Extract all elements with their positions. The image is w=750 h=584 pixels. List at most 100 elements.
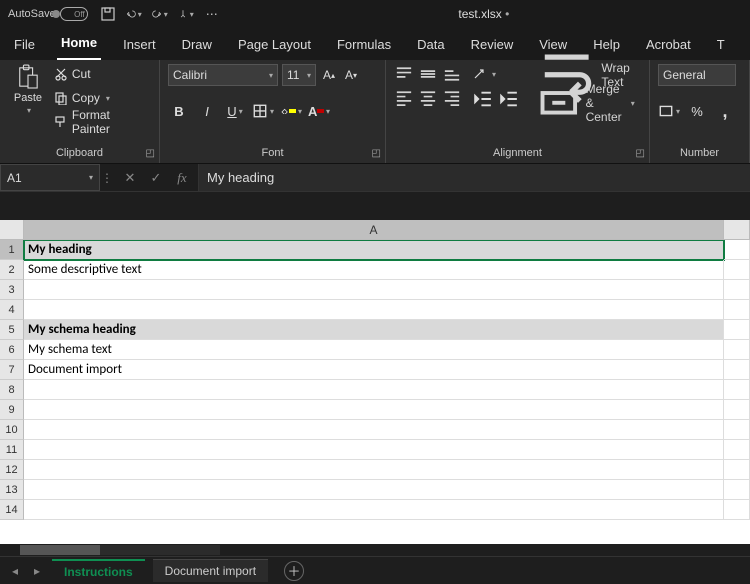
font-size-combo[interactable]: 11▾ <box>282 64 316 86</box>
cell-next[interactable] <box>724 300 750 320</box>
tab-draw[interactable]: Draw <box>178 31 216 60</box>
tab-acrobat[interactable]: Acrobat <box>642 31 695 60</box>
row-header[interactable]: 5 <box>0 320 24 340</box>
tab-page-layout[interactable]: Page Layout <box>234 31 315 60</box>
enter-formula-icon[interactable]: ✓ <box>148 170 164 186</box>
cell-A12[interactable] <box>24 460 724 480</box>
cell-A14[interactable] <box>24 500 724 520</box>
cell-A2[interactable]: Some descriptive text <box>24 260 724 280</box>
cell-A8[interactable] <box>24 380 724 400</box>
tab-data[interactable]: Data <box>413 31 448 60</box>
decrease-indent-icon[interactable] <box>472 88 494 110</box>
cell-next[interactable] <box>724 460 750 480</box>
font-color-button[interactable]: A▾ <box>308 100 330 122</box>
cell-next[interactable] <box>724 400 750 420</box>
sheet-nav-prev-icon[interactable]: ◂ <box>8 564 22 578</box>
underline-button[interactable]: U▾ <box>224 100 246 122</box>
align-left-icon[interactable] <box>394 88 414 108</box>
cell-A11[interactable] <box>24 440 724 460</box>
row-header[interactable]: 7 <box>0 360 24 380</box>
row-header[interactable]: 2 <box>0 260 24 280</box>
worksheet-grid[interactable]: A 1My heading2Some descriptive text345My… <box>0 220 750 544</box>
cell-next[interactable] <box>724 480 750 500</box>
align-middle-icon[interactable] <box>418 64 438 84</box>
column-header-next[interactable] <box>724 220 750 240</box>
touch-mode-icon[interactable]: ▾ <box>178 6 194 22</box>
cell-next[interactable] <box>724 340 750 360</box>
cell-next[interactable] <box>724 500 750 520</box>
select-all-corner[interactable] <box>0 220 24 240</box>
font-name-combo[interactable]: Calibri▾ <box>168 64 278 86</box>
orientation-button[interactable]: ▾ <box>472 64 520 84</box>
increase-font-icon[interactable]: A▴ <box>320 64 338 86</box>
cell-next[interactable] <box>724 320 750 340</box>
percent-button[interactable]: % <box>686 100 708 122</box>
name-box[interactable]: A1▾ <box>0 164 100 191</box>
add-sheet-button[interactable]: ＋ <box>284 561 304 581</box>
bold-button[interactable]: B <box>168 100 190 122</box>
tab-overflow[interactable]: T <box>713 31 729 60</box>
row-header[interactable]: 6 <box>0 340 24 360</box>
align-right-icon[interactable] <box>442 88 462 108</box>
cell-next[interactable] <box>724 240 750 260</box>
format-painter-button[interactable]: Format Painter <box>54 112 151 132</box>
autosave-toggle[interactable]: AutoSave Off <box>8 7 88 21</box>
cell-A3[interactable] <box>24 280 724 300</box>
row-header[interactable]: 11 <box>0 440 24 460</box>
row-header[interactable]: 13 <box>0 480 24 500</box>
cell-A9[interactable] <box>24 400 724 420</box>
copy-button[interactable]: Copy▾ <box>54 88 151 108</box>
cell-next[interactable] <box>724 420 750 440</box>
dialog-launcher-icon[interactable]: ◰ <box>636 148 645 159</box>
cell-next[interactable] <box>724 360 750 380</box>
horizontal-scrollbar[interactable] <box>0 544 750 556</box>
row-header[interactable]: 12 <box>0 460 24 480</box>
cell-A1[interactable]: My heading <box>24 240 724 260</box>
align-bottom-icon[interactable] <box>442 64 462 84</box>
cell-A13[interactable] <box>24 480 724 500</box>
cell-A4[interactable] <box>24 300 724 320</box>
cell-next[interactable] <box>724 380 750 400</box>
fx-icon[interactable]: fx <box>174 170 190 186</box>
increase-indent-icon[interactable] <box>498 88 520 110</box>
accounting-format-button[interactable]: ▾ <box>658 100 680 122</box>
cell-A6[interactable]: My schema text <box>24 340 724 360</box>
cell-next[interactable] <box>724 260 750 280</box>
comma-button[interactable]: , <box>714 100 736 122</box>
sheet-tab-document-import[interactable]: Document import <box>153 559 268 582</box>
borders-button[interactable]: ▾ <box>252 100 274 122</box>
row-header[interactable]: 4 <box>0 300 24 320</box>
formula-input[interactable]: My heading <box>199 164 750 191</box>
row-header[interactable]: 8 <box>0 380 24 400</box>
save-icon[interactable] <box>100 6 116 22</box>
tab-formulas[interactable]: Formulas <box>333 31 395 60</box>
redo-icon[interactable]: ▾ <box>152 6 168 22</box>
row-header[interactable]: 1 <box>0 240 24 260</box>
undo-icon[interactable]: ▾ <box>126 6 142 22</box>
row-header[interactable]: 9 <box>0 400 24 420</box>
tab-home[interactable]: Home <box>57 29 101 60</box>
cell-A10[interactable] <box>24 420 724 440</box>
tab-review[interactable]: Review <box>467 31 518 60</box>
sheet-tab-instructions[interactable]: Instructions <box>52 559 145 583</box>
merge-center-button[interactable]: Merge & Center▾ <box>532 92 639 114</box>
qat-overflow-icon[interactable]: ⋯ <box>204 6 220 22</box>
cut-button[interactable]: Cut <box>54 64 151 84</box>
dialog-launcher-icon[interactable]: ◰ <box>372 148 381 159</box>
paste-button[interactable]: Paste ▾ <box>8 64 48 115</box>
cell-next[interactable] <box>724 280 750 300</box>
cell-A7[interactable]: Document import <box>24 360 724 380</box>
cell-A5[interactable]: My schema heading <box>24 320 724 340</box>
align-center-icon[interactable] <box>418 88 438 108</box>
decrease-font-icon[interactable]: A▾ <box>342 64 360 86</box>
tab-file[interactable]: File <box>10 31 39 60</box>
row-header[interactable]: 3 <box>0 280 24 300</box>
row-header[interactable]: 10 <box>0 420 24 440</box>
cancel-formula-icon[interactable]: ✕ <box>122 170 138 186</box>
tab-insert[interactable]: Insert <box>119 31 160 60</box>
cell-next[interactable] <box>724 440 750 460</box>
dialog-launcher-icon[interactable]: ◰ <box>146 148 155 159</box>
italic-button[interactable]: I <box>196 100 218 122</box>
column-header-A[interactable]: A <box>24 220 724 240</box>
align-top-icon[interactable] <box>394 64 414 84</box>
